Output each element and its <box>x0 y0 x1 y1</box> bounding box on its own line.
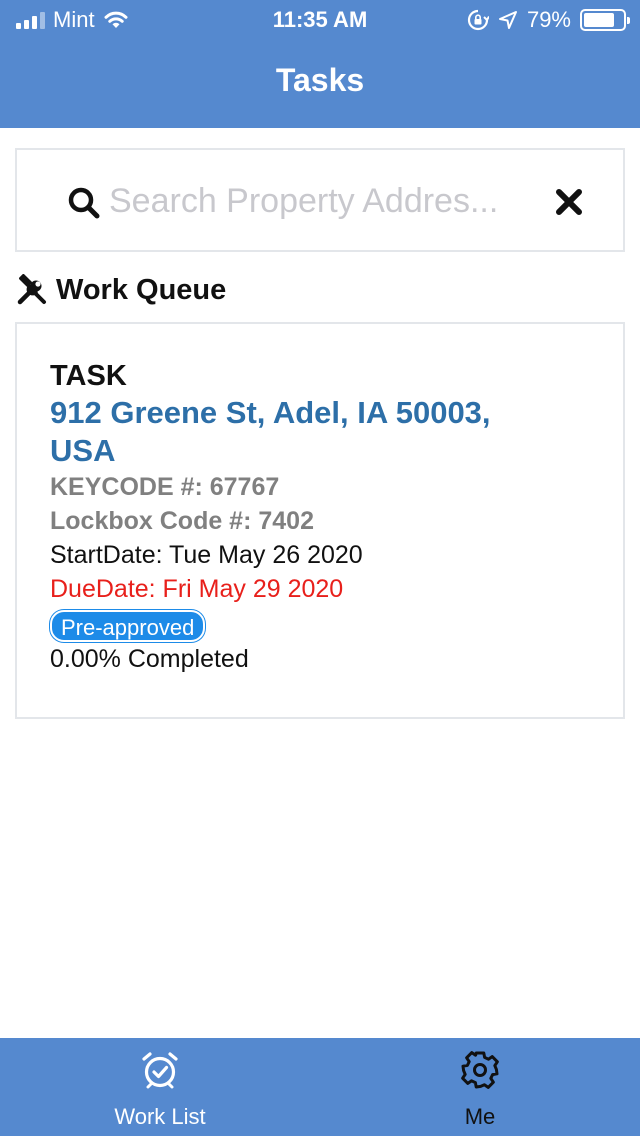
tab-bar: Work List Me <box>0 1038 640 1136</box>
task-type: TASK <box>50 360 127 392</box>
task-address[interactable]: 912 Greene St, Adel, IA 50003, USA <box>50 394 550 470</box>
task-progress: 0.00% Completed <box>50 645 249 673</box>
section-title: Work Queue <box>56 273 227 306</box>
tab-label-me: Me <box>464 1104 496 1129</box>
alarm-clock-check-icon <box>142 1052 178 1089</box>
task-card[interactable]: TASK 912 Greene St, Adel, IA 50003, USA … <box>15 322 625 719</box>
task-start-date: StartDate: Tue May 26 2020 <box>50 541 363 569</box>
search-bar <box>15 148 625 252</box>
tab-me[interactable]: Me <box>320 1038 640 1136</box>
close-icon[interactable] <box>555 188 583 216</box>
battery-level <box>584 13 615 27</box>
task-lockbox-code: Lockbox Code #: 7402 <box>50 507 314 535</box>
task-due-date: DueDate: Fri May 29 2020 <box>50 575 344 603</box>
battery-icon <box>580 9 630 31</box>
screen: Mint 11:35 AM 79% Tasks Search Property … <box>0 0 640 1136</box>
rotation-lock-icon <box>467 9 489 31</box>
status-badge: Pre-approved <box>50 610 206 642</box>
task-keycode: KEYCODE #: 67767 <box>50 473 280 501</box>
tab-work-list[interactable]: Work List <box>0 1038 320 1136</box>
app-header: Mint 11:35 AM 79% Tasks <box>0 0 640 128</box>
page-title: Tasks <box>275 62 365 98</box>
tab-label-work-list: Work List <box>114 1104 206 1129</box>
tools-icon <box>17 274 46 305</box>
gear-icon <box>461 1051 499 1089</box>
task-details: TASK 912 Greene St, Adel, IA 50003, USA … <box>50 358 550 676</box>
section-heading: Work Queue <box>16 270 226 310</box>
search-input[interactable] <box>109 176 539 226</box>
search-icon <box>68 187 100 219</box>
status-right: 79% <box>467 7 630 33</box>
status-bar: Mint 11:35 AM 79% <box>0 0 640 40</box>
location-icon <box>498 11 517 29</box>
battery-percent: 79% <box>526 7 571 32</box>
